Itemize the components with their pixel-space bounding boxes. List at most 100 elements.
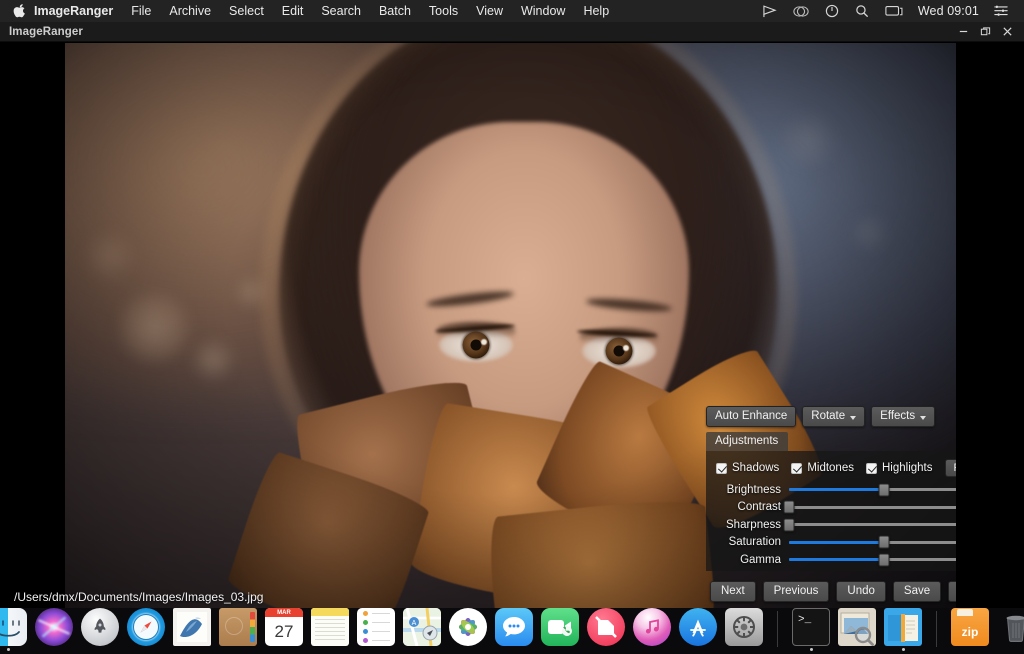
- photos-icon[interactable]: [449, 608, 487, 646]
- app-store-icon[interactable]: [679, 608, 717, 646]
- auto-enhance-button[interactable]: Auto Enhance: [706, 406, 796, 427]
- control-center-list-icon[interactable]: [986, 0, 1016, 22]
- messages-icon[interactable]: [495, 608, 533, 646]
- menu-clock[interactable]: Wed 09:01: [911, 4, 986, 18]
- effects-button[interactable]: Effects: [871, 406, 935, 427]
- maps-icon[interactable]: A: [403, 608, 441, 646]
- checkbox-shadows-box[interactable]: [716, 463, 727, 474]
- undo-button[interactable]: Undo: [836, 581, 886, 602]
- dock-item-imageranger[interactable]: [838, 608, 876, 651]
- slider-knob-gamma[interactable]: [879, 553, 890, 566]
- contacts-book-icon[interactable]: [219, 608, 257, 646]
- slider-track-gamma[interactable]: [789, 558, 956, 561]
- running-indicator: [7, 648, 10, 651]
- dock-item-zip-folder[interactable]: zip: [951, 608, 989, 651]
- terminal-icon[interactable]: >_: [792, 608, 830, 646]
- dock-item-maps[interactable]: A: [403, 608, 441, 651]
- menu-item-archive[interactable]: Archive: [160, 0, 220, 22]
- mail-stamp-icon[interactable]: [173, 608, 211, 646]
- ibooks-icon[interactable]: [884, 608, 922, 646]
- imageranger-icon[interactable]: [838, 608, 876, 646]
- itunes-music-icon[interactable]: [633, 608, 671, 646]
- flag-send-icon[interactable]: [754, 0, 785, 22]
- notes-icon[interactable]: [311, 608, 349, 646]
- next-button[interactable]: Next: [710, 581, 756, 602]
- dock-item-trash[interactable]: [997, 608, 1024, 651]
- launchpad-icon[interactable]: [81, 608, 119, 646]
- news-icon[interactable]: [587, 608, 625, 646]
- checkbox-midtones[interactable]: Midtones: [791, 462, 854, 474]
- dock-item-itunes[interactable]: [633, 608, 671, 651]
- close-panel-button[interactable]: Close: [948, 581, 956, 602]
- menu-item-file[interactable]: File: [122, 0, 160, 22]
- menu-app-title[interactable]: ImageRanger: [30, 0, 122, 22]
- calendar-icon[interactable]: MAR 27: [265, 608, 303, 646]
- minimize-button[interactable]: [952, 22, 974, 42]
- dock-item-ibooks[interactable]: [884, 608, 922, 651]
- dock-item-messages[interactable]: [495, 608, 533, 651]
- apple-logo-icon[interactable]: [8, 4, 30, 19]
- window-title-bar[interactable]: ImageRanger: [0, 22, 1024, 42]
- slider-knob-saturation[interactable]: [879, 536, 890, 549]
- close-button[interactable]: [996, 22, 1018, 42]
- display-screen-icon[interactable]: [877, 0, 911, 22]
- running-indicator: [283, 648, 286, 651]
- dock-item-siri[interactable]: [35, 608, 73, 651]
- adjustments-tab[interactable]: Adjustments: [706, 432, 788, 451]
- zip-folder-icon[interactable]: zip: [951, 608, 989, 646]
- previous-button[interactable]: Previous: [763, 581, 830, 602]
- checkbox-midtones-label: Midtones: [807, 462, 854, 474]
- menu-item-tools[interactable]: Tools: [420, 0, 467, 22]
- menu-item-search[interactable]: Search: [312, 0, 370, 22]
- dock-item-calendar[interactable]: MAR 27: [265, 608, 303, 651]
- creative-cloud-icon[interactable]: [785, 0, 817, 22]
- trash-icon[interactable]: [997, 608, 1024, 646]
- search-icon[interactable]: [847, 0, 877, 22]
- reminders-icon[interactable]: [357, 608, 395, 646]
- slider-track-sharpness[interactable]: [789, 523, 956, 526]
- system-preferences-gear-icon[interactable]: [725, 608, 763, 646]
- slider-knob-brightness[interactable]: [879, 483, 890, 496]
- menu-item-batch[interactable]: Batch: [370, 0, 420, 22]
- dock-item-app-store[interactable]: [679, 608, 717, 651]
- menu-item-window[interactable]: Window: [512, 0, 574, 22]
- save-button[interactable]: Save: [893, 581, 941, 602]
- menu-item-help[interactable]: Help: [574, 0, 618, 22]
- checkbox-highlights-box[interactable]: [866, 463, 877, 474]
- dock-item-contacts[interactable]: [219, 608, 257, 651]
- slider-knob-sharpness[interactable]: [784, 518, 795, 531]
- slider-knob-contrast[interactable]: [784, 501, 795, 514]
- image-canvas[interactable]: Auto Enhance Rotate Effects Adjustments …: [65, 43, 956, 608]
- dock-item-terminal[interactable]: >_: [792, 608, 830, 651]
- power-control-icon[interactable]: [817, 0, 847, 22]
- checkbox-highlights[interactable]: Highlights: [866, 462, 933, 474]
- dock-item-safari[interactable]: [127, 608, 165, 651]
- dock-item-launchpad[interactable]: [81, 608, 119, 651]
- slider-track-brightness[interactable]: [789, 488, 956, 491]
- menu-item-select[interactable]: Select: [220, 0, 273, 22]
- maximize-restore-button[interactable]: [974, 22, 996, 42]
- checkbox-midtones-box[interactable]: [791, 463, 802, 474]
- slider-track-contrast[interactable]: [789, 506, 956, 509]
- slider-track-saturation[interactable]: [789, 541, 956, 544]
- safari-icon[interactable]: [127, 608, 165, 646]
- zip-folder-label: zip: [962, 625, 979, 646]
- menu-item-edit[interactable]: Edit: [273, 0, 313, 22]
- dock-item-facetime[interactable]: [541, 608, 579, 651]
- dock-item-system-preferences[interactable]: [725, 608, 763, 651]
- checkbox-shadows[interactable]: Shadows: [716, 462, 779, 474]
- ranges-button[interactable]: Ranges: [945, 459, 956, 477]
- dock-item-photos[interactable]: [449, 608, 487, 651]
- siri-icon[interactable]: [35, 608, 73, 646]
- dock-item-news[interactable]: [587, 608, 625, 651]
- menu-item-view[interactable]: View: [467, 0, 512, 22]
- rotate-button[interactable]: Rotate: [802, 406, 865, 427]
- dock-item-notes[interactable]: [311, 608, 349, 651]
- finder-icon[interactable]: [0, 608, 27, 646]
- dock-item-finder[interactable]: [0, 608, 27, 651]
- dock-item-mail[interactable]: [173, 608, 211, 651]
- dock-item-reminders[interactable]: [357, 608, 395, 651]
- slider-row-brightness: Brightness: [706, 481, 956, 499]
- facetime-icon[interactable]: [541, 608, 579, 646]
- running-indicator: [375, 648, 378, 651]
